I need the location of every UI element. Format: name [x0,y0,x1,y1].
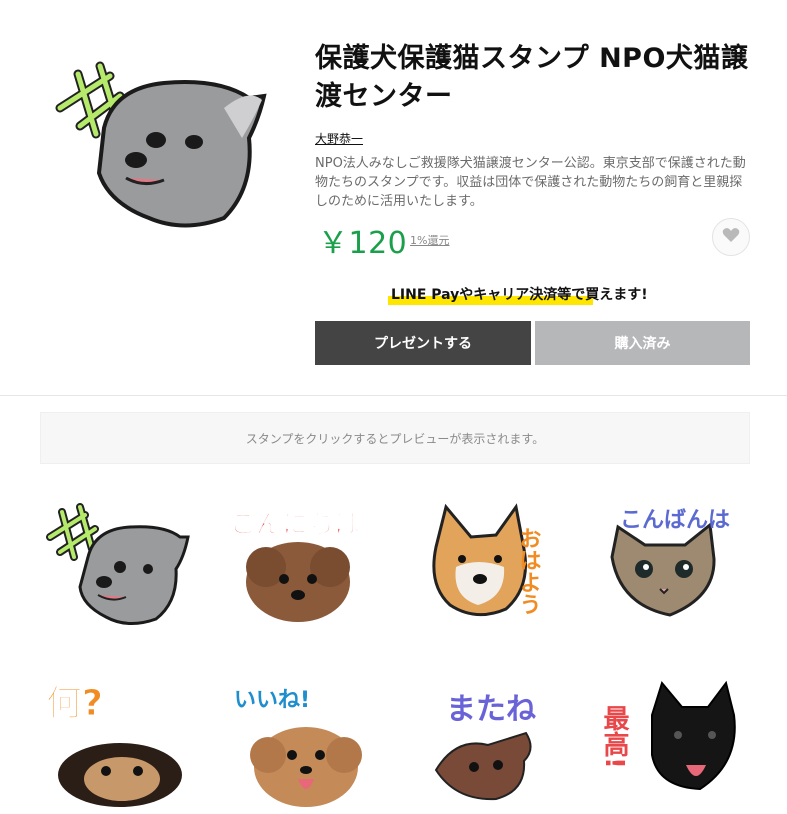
sticker-item[interactable]: いいね! [226,675,376,810]
sticker-caption: 何? [46,683,103,724]
purchased-button: 購入済み [535,321,750,365]
sticker-caption: 最高! [600,705,629,769]
sticker-item[interactable]: 何? [40,675,190,810]
sticker-item[interactable]: キキ [40,497,190,632]
sticker-caption: おはよう [516,527,541,615]
price: ￥120 [318,226,408,261]
heart-icon [722,227,740,247]
author-link[interactable]: 大野恭一 [315,130,363,147]
sticker-caption: こんにちは [230,510,360,540]
product-title: 保護犬保護猫スタンプ NPO犬猫譲渡センター [315,43,749,112]
sticker-item[interactable]: またね [416,675,566,810]
main-sticker-image [44,38,282,238]
favorite-button[interactable] [712,218,750,256]
cashback-link[interactable]: 1%還元 [410,232,449,248]
product-description: NPO法人みなしご救援隊犬猫譲渡センター公認。東京支部で保護された動物たちのスタ… [315,156,746,209]
sticker-item[interactable]: こんにちは [226,497,376,632]
sticker-item[interactable]: 最高! [599,675,750,810]
sticker-item[interactable]: こんばんは [600,497,750,632]
gift-button[interactable]: プレゼントする [315,321,531,365]
sticker-caption: またね [446,692,536,727]
section-divider [0,395,787,396]
pay-notice: LINE Payやキャリア決済等で買えます! [391,287,648,303]
sticker-caption: こんばんは [620,508,730,533]
sticker-item[interactable]: おはよう [416,497,566,632]
sticker-caption: いいね! [234,688,310,713]
preview-notice: スタンプをクリックするとプレビューが表示されます。 [40,412,750,464]
